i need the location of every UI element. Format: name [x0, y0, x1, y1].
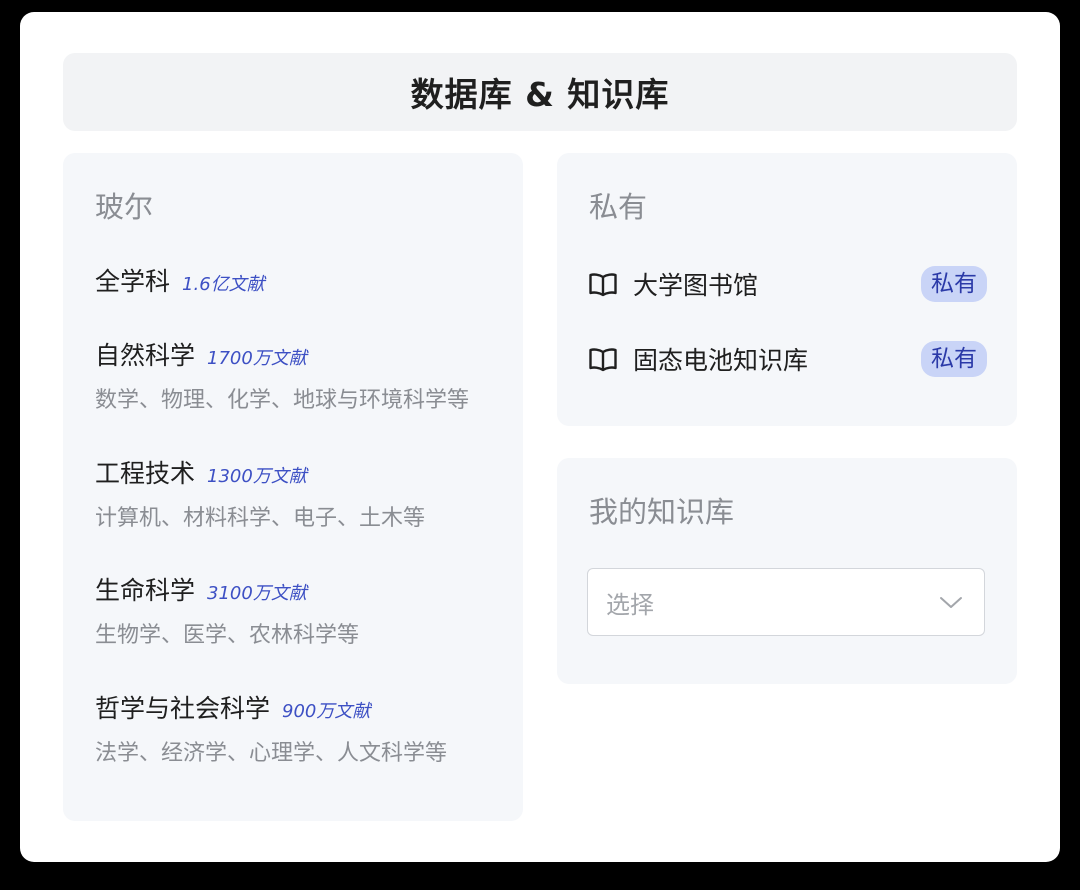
book-open-icon: [589, 273, 617, 297]
db-description: 生物学、医学、农林科学等: [95, 623, 360, 648]
db-description: 数学、物理、化学、地球与环境科学等: [95, 388, 470, 413]
db-item-all-disciplines[interactable]: 全学科 1.6亿文献: [95, 265, 515, 302]
chevron-down-icon: [940, 597, 962, 608]
db-title-row: 哲学与社会科学 900万文献: [95, 692, 515, 729]
db-item-social-science[interactable]: 哲学与社会科学 900万文献 法学、经济学、心理学、人文科学等: [95, 692, 515, 769]
kb-item-university-library[interactable]: 大学图书馆 私有: [587, 264, 987, 304]
db-title: 自然科学: [95, 341, 196, 370]
db-description: 法学、经济学、心理学、人文科学等: [95, 741, 448, 766]
kb-item-solid-state-battery[interactable]: 固态电池知识库 私有: [587, 339, 987, 379]
private-badge: 私有: [921, 266, 987, 302]
database-knowledge-window: 数据库 & 知识库 玻尔 全学科 1.6亿文献 自然科学 1700万文献 数学、…: [20, 12, 1060, 862]
db-count: 1.6亿文献: [182, 274, 265, 295]
db-title-row: 工程技术 1300万文献: [95, 457, 515, 494]
kb-label: 固态电池知识库: [633, 346, 809, 375]
db-title-row: 自然科学 1700万文献: [95, 339, 515, 376]
db-description: 计算机、材料科学、电子、土木等: [95, 506, 426, 531]
bohr-heading: 玻尔: [95, 190, 154, 224]
db-count: 900万文献: [282, 701, 371, 722]
db-title: 生命科学: [95, 576, 196, 605]
db-item-natural-science[interactable]: 自然科学 1700万文献 数学、物理、化学、地球与环境科学等: [95, 339, 515, 416]
kb-select[interactable]: 选择: [587, 568, 985, 636]
db-count: 1300万文献: [207, 466, 307, 487]
db-title: 全学科: [95, 267, 171, 296]
page-title: 数据库 & 知识库: [410, 75, 670, 114]
kb-label: 大学图书馆: [633, 271, 759, 300]
my-kb-heading: 我的知识库: [589, 495, 735, 529]
bohr-panel: 玻尔 全学科 1.6亿文献 自然科学 1700万文献 数学、物理、化学、地球与环…: [63, 153, 523, 821]
private-panel: 私有 大学图书馆 私有 固态电池知识库 私有: [557, 153, 1017, 426]
db-title-row: 全学科 1.6亿文献: [95, 265, 515, 302]
db-count: 3100万文献: [207, 583, 307, 604]
header-bar: 数据库 & 知识库: [63, 53, 1017, 131]
private-badge: 私有: [921, 341, 987, 377]
private-heading: 私有: [589, 190, 648, 224]
db-title: 哲学与社会科学: [95, 694, 271, 723]
db-title: 工程技术: [95, 459, 196, 488]
my-kb-panel: 我的知识库 选择: [557, 458, 1017, 684]
book-open-icon: [589, 348, 617, 372]
db-item-engineering[interactable]: 工程技术 1300万文献 计算机、材料科学、电子、土木等: [95, 457, 515, 534]
db-count: 1700万文献: [207, 348, 307, 369]
select-placeholder: 选择: [606, 590, 654, 619]
db-item-life-science[interactable]: 生命科学 3100万文献 生物学、医学、农林科学等: [95, 574, 515, 651]
db-title-row: 生命科学 3100万文献: [95, 574, 515, 611]
